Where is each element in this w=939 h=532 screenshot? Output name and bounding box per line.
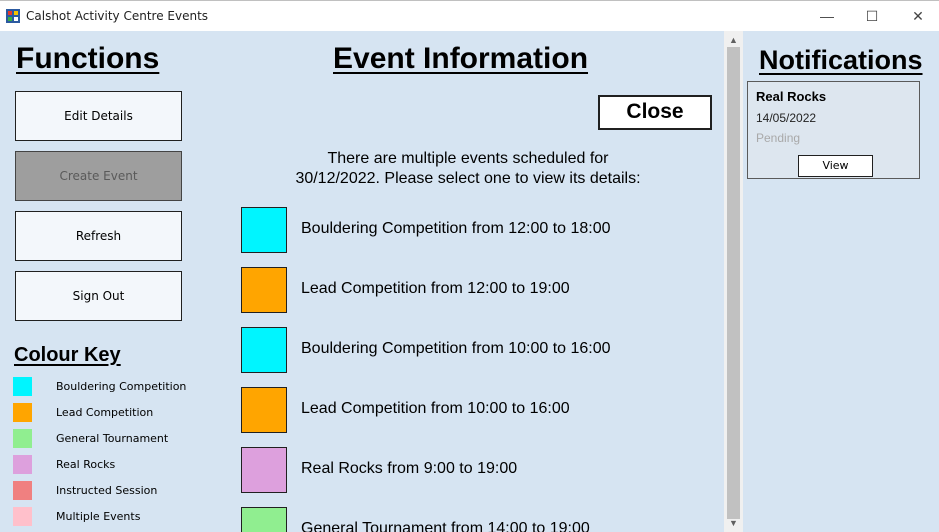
event-option[interactable]: General Tournament from 14:00 to 19:00 [241,507,721,532]
window-title: Calshot Activity Centre Events [26,9,209,23]
colour-key-label: General Tournament [56,432,169,445]
scroll-up-arrow-icon[interactable]: ▲ [724,33,743,47]
app-icon [6,9,20,23]
colour-key-label: Lead Competition [56,406,154,419]
refresh-button[interactable]: Refresh [15,211,182,261]
colour-swatch [13,429,32,448]
event-option-label: Lead Competition from 12:00 to 19:00 [301,280,570,297]
event-option[interactable]: Bouldering Competition from 12:00 to 18:… [241,207,721,253]
event-option[interactable]: Lead Competition from 12:00 to 19:00 [241,267,721,313]
colour-swatch [13,377,32,396]
edit-details-button[interactable]: Edit Details [15,91,182,141]
event-option-label: General Tournament from 14:00 to 19:00 [301,520,590,532]
event-option-label: Bouldering Competition from 12:00 to 18:… [301,220,611,237]
colour-swatch [13,481,32,500]
event-information-heading: Event Information [333,42,589,75]
functions-heading: Functions [16,42,160,75]
colour-swatch [13,403,32,422]
window-close-button[interactable]: ✕ [903,5,933,27]
create-event-button[interactable]: Create Event [15,151,182,201]
event-colour-swatch[interactable] [241,387,287,433]
app-window: Calshot Activity Centre Events — ☐ ✕ Fun… [0,0,939,532]
maximize-button[interactable]: ☐ [857,5,887,27]
notification-date: 14/05/2022 [756,111,817,125]
notification-card: Real Rocks 14/05/2022 Pending View [747,81,920,179]
event-option[interactable]: Real Rocks from 9:00 to 19:00 [241,447,721,493]
event-option-label: Real Rocks from 9:00 to 19:00 [301,460,518,477]
colour-swatch [13,455,32,474]
event-colour-swatch[interactable] [241,207,287,253]
colour-key-label: Instructed Session [56,484,158,497]
scroll-down-arrow-icon[interactable]: ▼ [724,516,743,530]
sign-out-button[interactable]: Sign Out [15,271,182,321]
notification-status: Pending [756,131,801,145]
event-option[interactable]: Bouldering Competition from 10:00 to 16:… [241,327,721,373]
event-option[interactable]: Lead Competition from 10:00 to 16:00 [241,387,721,433]
colour-key-heading: Colour Key [14,344,121,366]
close-button[interactable]: Close [598,95,712,130]
event-option-label: Bouldering Competition from 10:00 to 16:… [301,340,611,357]
event-colour-swatch[interactable] [241,447,287,493]
notifications-heading: Notifications [759,45,923,75]
scrollbar-thumb[interactable] [727,47,740,519]
colour-key-label: Real Rocks [56,458,116,471]
colour-key-label: Multiple Events [56,510,141,523]
view-notification-button[interactable]: View [798,155,873,177]
colour-key-label: Bouldering Competition [56,380,187,393]
event-colour-swatch[interactable] [241,507,287,532]
multiple-events-message: There are multiple events scheduled for … [295,150,641,187]
notification-title: Real Rocks [756,89,827,104]
vertical-scrollbar[interactable]: ▲ ▼ [724,31,743,532]
colour-swatch [13,507,32,526]
event-colour-swatch[interactable] [241,327,287,373]
event-colour-swatch[interactable] [241,267,287,313]
title-bar: Calshot Activity Centre Events — ☐ ✕ [0,0,939,31]
minimize-button[interactable]: — [812,5,842,27]
event-option-label: Lead Competition from 10:00 to 16:00 [301,400,570,417]
